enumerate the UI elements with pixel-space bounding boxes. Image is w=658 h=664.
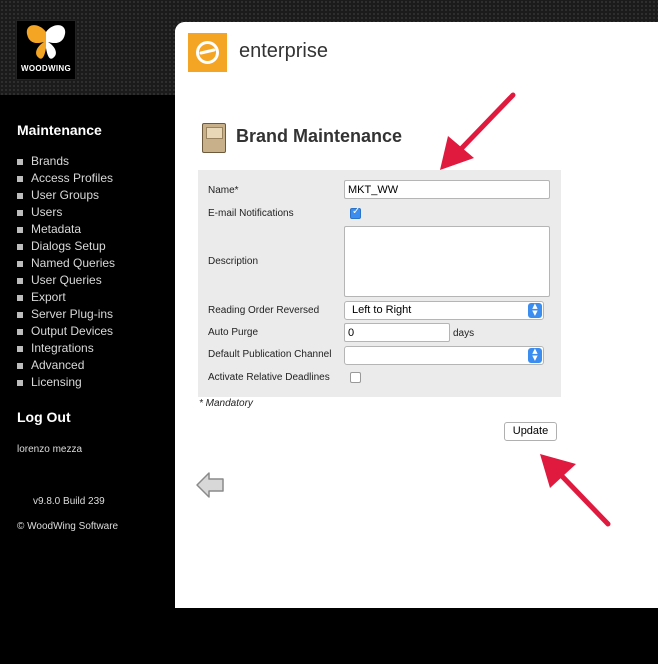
sidebar-item-metadata[interactable]: Metadata	[17, 221, 115, 238]
bullet-icon	[17, 277, 23, 284]
sidebar-menu: Brands Access Profiles User Groups Users…	[17, 153, 115, 391]
select-arrows-icon: ▲ ▼	[528, 303, 542, 318]
sidebar-item-output-devices[interactable]: Output Devices	[17, 323, 115, 340]
relative-deadlines-label: Activate Relative Deadlines	[208, 372, 330, 383]
bullet-icon	[17, 243, 23, 250]
brand-form: Name* E-mail Notifications Description R…	[198, 170, 561, 397]
email-notifications-checkbox[interactable]	[350, 206, 361, 219]
current-user: lorenzo mezza	[17, 444, 83, 455]
bullet-icon	[17, 362, 23, 369]
back-arrow-icon[interactable]	[195, 470, 225, 500]
annotation-arrow-icon	[540, 454, 611, 527]
logo-text: WOODWING	[21, 64, 71, 73]
sidebar-item-export[interactable]: Export	[17, 289, 115, 306]
sidebar-item-brands[interactable]: Brands	[17, 153, 115, 170]
select-arrows-icon: ▲ ▼	[528, 348, 542, 363]
reading-order-value: Left to Right	[352, 304, 412, 316]
bullet-icon	[17, 192, 23, 199]
bullet-icon	[17, 226, 23, 233]
sidebar-item-label: Metadata	[31, 222, 82, 236]
sidebar-title: Maintenance	[17, 122, 102, 138]
sidebar-item-label: Brands	[31, 154, 70, 168]
default-channel-select[interactable]: ▲ ▼	[344, 346, 544, 365]
bullet-icon	[17, 260, 23, 267]
sidebar-item-label: User Queries	[31, 273, 102, 287]
sidebar-item-label: Licensing	[31, 375, 82, 389]
bullet-icon	[17, 379, 23, 386]
email-notifications-label: E-mail Notifications	[208, 208, 294, 219]
name-field[interactable]	[344, 180, 550, 199]
mandatory-note: * Mandatory	[199, 398, 253, 409]
page-title: Brand Maintenance	[236, 126, 403, 146]
butterfly-icon	[26, 25, 66, 59]
bullet-icon	[17, 294, 23, 301]
bullet-icon	[17, 311, 23, 318]
enterprise-logo	[188, 33, 227, 72]
sidebar-item-users[interactable]: Users	[17, 204, 115, 221]
sidebar-item-access-profiles[interactable]: Access Profiles	[17, 170, 115, 187]
version-text: v9.8.0 Build 239	[33, 496, 105, 507]
bullet-icon	[17, 345, 23, 352]
bullet-icon	[17, 328, 23, 335]
auto-purge-label: Auto Purge	[208, 327, 259, 338]
name-label: Name*	[208, 185, 239, 196]
product-header: enterprise	[175, 22, 658, 92]
bullet-icon	[17, 209, 23, 216]
book-icon	[202, 123, 226, 153]
reading-order-label: Reading Order Reversed	[208, 305, 320, 316]
logout-link[interactable]: Log Out	[17, 409, 71, 425]
sidebar-item-label: Dialogs Setup	[31, 239, 106, 253]
update-button[interactable]: Update	[504, 422, 557, 441]
reading-order-select[interactable]: Left to Right ▲ ▼	[344, 301, 544, 320]
sidebar-item-integrations[interactable]: Integrations	[17, 340, 115, 357]
sidebar: Maintenance Brands Access Profiles User …	[0, 95, 175, 664]
description-label: Description	[208, 256, 259, 267]
sidebar-item-user-queries[interactable]: User Queries	[17, 272, 115, 289]
sidebar-item-label: Integrations	[31, 341, 94, 355]
sidebar-item-dialogs-setup[interactable]: Dialogs Setup	[17, 238, 115, 255]
sidebar-item-label: Named Queries	[31, 256, 116, 270]
sidebar-item-label: User Groups	[31, 188, 100, 202]
sidebar-item-named-queries[interactable]: Named Queries	[17, 255, 115, 272]
product-name: enterprise	[239, 40, 328, 62]
bullet-icon	[17, 158, 23, 165]
sidebar-item-label: Users	[31, 205, 63, 219]
sidebar-item-label: Access Profiles	[31, 171, 114, 185]
sidebar-item-advanced[interactable]: Advanced	[17, 357, 115, 374]
bullet-icon	[17, 175, 23, 182]
sidebar-item-user-groups[interactable]: User Groups	[17, 187, 115, 204]
relative-deadlines-checkbox[interactable]	[350, 372, 361, 383]
sidebar-item-server-plugins[interactable]: Server Plug-ins	[17, 306, 115, 323]
auto-purge-unit: days	[453, 328, 475, 339]
woodwing-logo[interactable]: WOODWING	[16, 20, 76, 80]
default-channel-label: Default Publication Channel	[208, 349, 332, 360]
sidebar-item-label: Output Devices	[31, 324, 114, 338]
copyright-text: © WoodWing Software	[17, 521, 119, 532]
sidebar-item-label: Server Plug-ins	[31, 307, 114, 321]
sidebar-item-label: Advanced	[31, 358, 85, 372]
sidebar-item-licensing[interactable]: Licensing	[17, 374, 115, 391]
annotation-arrow-icon	[440, 92, 516, 170]
description-textarea[interactable]	[344, 226, 550, 297]
enterprise-e-icon	[196, 41, 219, 64]
sidebar-item-label: Export	[31, 290, 66, 304]
auto-purge-field[interactable]	[344, 323, 450, 342]
